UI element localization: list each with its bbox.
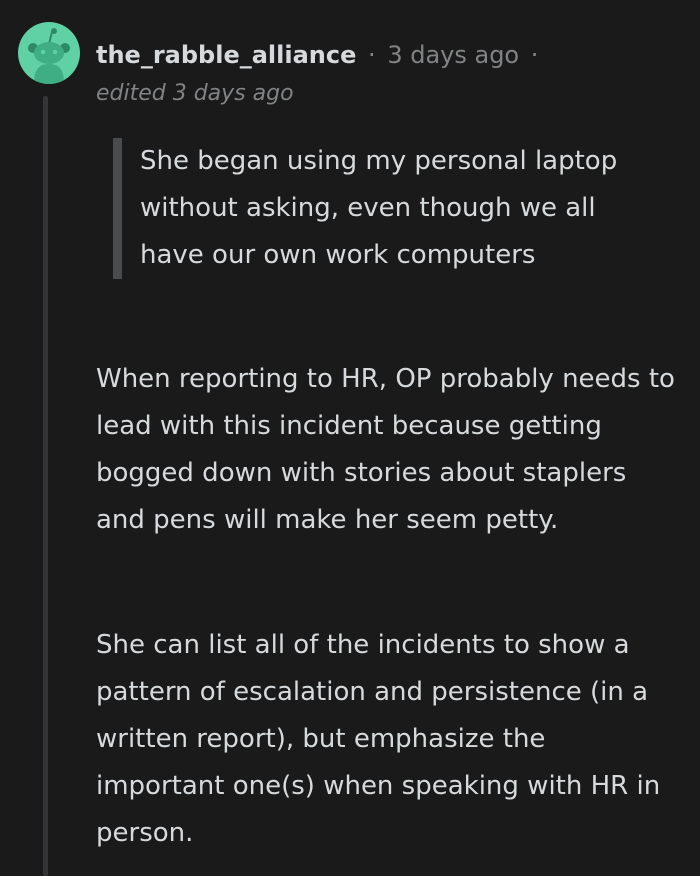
comment-paragraph-2: She can list all of the incidents to sho… — [96, 630, 661, 848]
blockquote: She began using my personal laptop witho… — [113, 138, 660, 279]
timestamp[interactable]: 3 days ago — [387, 41, 519, 69]
separator-dot: · — [368, 41, 376, 69]
separator-dot-trailing: · — [530, 41, 539, 69]
comment-meta: the_rabble_alliance · 3 days ago · — [96, 38, 542, 72]
edited-label: edited 3 days ago — [96, 81, 294, 106]
thread-line[interactable] — [43, 96, 48, 876]
avatar[interactable] — [18, 22, 80, 84]
comment-paragraph-1: When reporting to HR, OP probably needs … — [96, 364, 675, 535]
snoo-avatar-icon — [28, 28, 70, 84]
username-link[interactable]: the_rabble_alliance — [96, 41, 356, 69]
